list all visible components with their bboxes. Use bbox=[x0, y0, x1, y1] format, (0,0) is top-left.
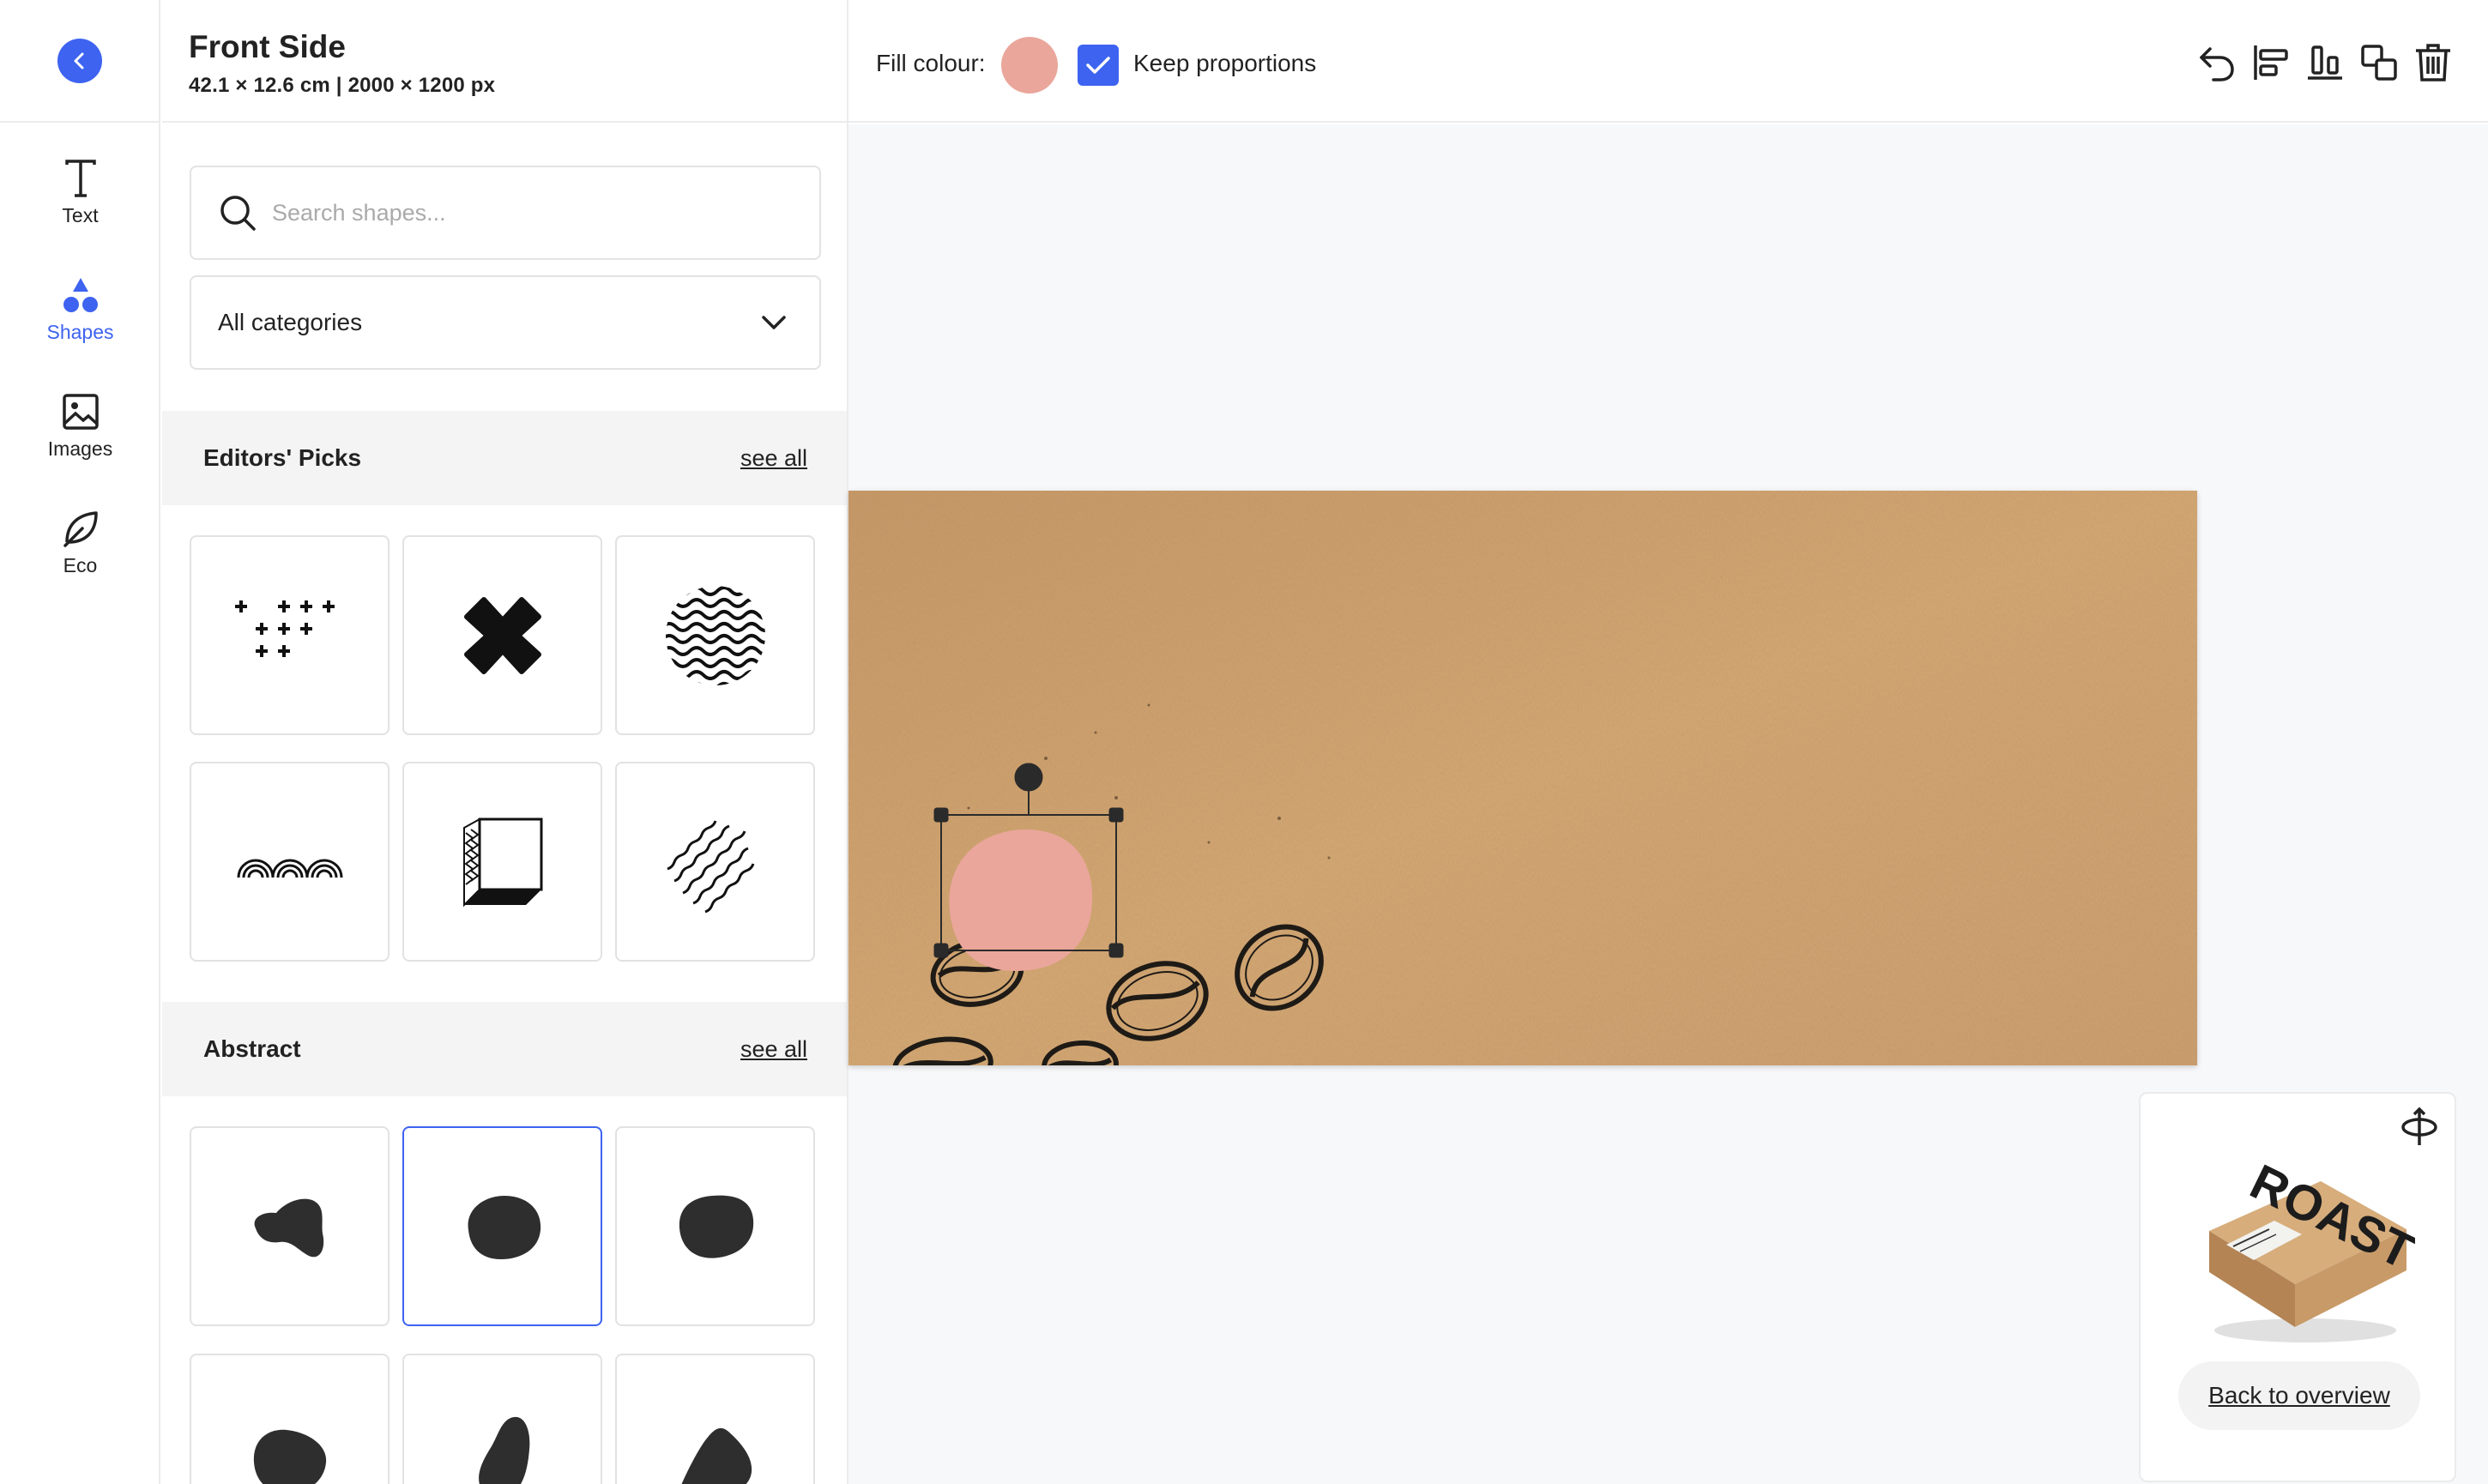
duplicate-icon bbox=[2361, 45, 2397, 81]
rail-header bbox=[0, 0, 159, 123]
align-left-icon bbox=[2254, 45, 2288, 80]
undo-icon bbox=[2200, 47, 2234, 81]
blob-shape bbox=[680, 1427, 752, 1484]
category-select-value: All categories bbox=[218, 309, 363, 335]
text-icon bbox=[64, 160, 96, 197]
undo-button[interactable] bbox=[2194, 39, 2240, 86]
trash-icon bbox=[2416, 44, 2450, 81]
leaf-icon bbox=[63, 511, 98, 547]
keep-proportions-label[interactable]: Keep proportions bbox=[1133, 50, 1316, 77]
rail-item-eco[interactable]: Eco bbox=[0, 510, 160, 577]
shape-tile-blob-2[interactable] bbox=[402, 1126, 602, 1326]
align-left-button[interactable] bbox=[2248, 39, 2294, 86]
tool-rail: Text Shapes Images Eco bbox=[0, 0, 160, 1484]
arches-shape bbox=[237, 859, 342, 878]
search-box[interactable] bbox=[190, 166, 821, 260]
section-abstract: Abstract see all bbox=[162, 1002, 847, 1096]
shape-tile-blob-6[interactable] bbox=[615, 1354, 815, 1484]
section-title: Abstract bbox=[203, 1035, 301, 1062]
document-header: Front Side 42.1 × 12.6 cm | 2000 × 1200 … bbox=[162, 0, 847, 123]
preview-card: ROAST Back to overview bbox=[2139, 1092, 2456, 1482]
shape-tile-plus-pattern[interactable] bbox=[190, 535, 390, 735]
design-artboard[interactable] bbox=[848, 491, 2197, 1065]
section-title: Editors' Picks bbox=[203, 444, 362, 471]
shape-tile-blob-1[interactable] bbox=[190, 1126, 390, 1326]
shapes-icon bbox=[63, 278, 98, 312]
fill-colour-label: Fill colour: bbox=[876, 50, 986, 76]
rail-item-label: Text bbox=[62, 204, 99, 226]
shape-tile-blob-5[interactable] bbox=[402, 1354, 602, 1484]
document-title: Front Side bbox=[189, 29, 346, 64]
zigzag-block-shape bbox=[462, 817, 542, 907]
canvas-area[interactable]: ROAST Back to overview bbox=[848, 124, 2488, 1484]
diagonal-waves-shape bbox=[666, 819, 754, 913]
align-bottom-button[interactable] bbox=[2302, 39, 2348, 86]
image-icon bbox=[62, 394, 99, 430]
section-editors-picks: Editors' Picks see all bbox=[162, 411, 847, 505]
rail-item-label: Shapes bbox=[46, 321, 114, 343]
shape-tile-cross[interactable] bbox=[402, 535, 602, 735]
chevron-left-icon bbox=[74, 52, 83, 69]
kraft-texture bbox=[848, 491, 2197, 1065]
package-preview-image: ROAST bbox=[2209, 1154, 2415, 1342]
rail-item-text[interactable]: Text bbox=[0, 160, 160, 227]
blob-shape bbox=[253, 1429, 326, 1484]
plus-pattern-shape bbox=[234, 600, 335, 657]
align-bottom-icon bbox=[2308, 45, 2342, 80]
see-all-link[interactable]: see all bbox=[740, 1036, 807, 1063]
back-button[interactable] bbox=[57, 38, 102, 83]
cross-shape bbox=[463, 596, 541, 674]
rail-item-shapes[interactable]: Shapes bbox=[0, 276, 160, 344]
fill-colour-swatch[interactable] bbox=[1001, 37, 1058, 94]
shape-tile-blob-3[interactable] bbox=[615, 1126, 815, 1326]
blob-shape bbox=[468, 1195, 540, 1259]
shape-tile-zigzag-block[interactable] bbox=[402, 762, 602, 962]
delete-button[interactable] bbox=[2410, 39, 2456, 86]
blob-shape bbox=[254, 1198, 323, 1257]
shape-tile-wave-circle[interactable] bbox=[615, 535, 815, 735]
shape-tile-diagonal-waves[interactable] bbox=[615, 762, 815, 962]
see-all-link[interactable]: see all bbox=[740, 445, 807, 472]
keep-proportions-checkbox[interactable] bbox=[1078, 45, 1119, 86]
shapes-panel: Front Side 42.1 × 12.6 cm | 2000 × 1200 … bbox=[162, 0, 848, 1484]
blob-shape bbox=[478, 1416, 529, 1484]
search-input[interactable] bbox=[272, 199, 787, 226]
back-to-overview-button[interactable]: Back to overview bbox=[2178, 1361, 2420, 1430]
checkmark-icon bbox=[1086, 57, 1110, 74]
category-select[interactable]: All categories bbox=[190, 275, 821, 370]
wave-circle-shape bbox=[665, 585, 765, 685]
chevron-down-icon bbox=[762, 316, 786, 329]
blob-shape bbox=[679, 1195, 753, 1258]
rail-item-label: Eco bbox=[63, 554, 98, 576]
duplicate-button[interactable] bbox=[2356, 39, 2402, 86]
shape-tile-blob-4[interactable] bbox=[190, 1354, 390, 1484]
rail-item-images[interactable]: Images bbox=[0, 393, 160, 461]
document-dimensions: 42.1 × 12.6 cm | 2000 × 1200 px bbox=[189, 74, 496, 97]
rail-item-label: Images bbox=[47, 437, 113, 460]
top-toolbar: Fill colour: Keep proportions bbox=[848, 0, 2488, 123]
search-icon bbox=[220, 196, 256, 231]
shape-tile-arches[interactable] bbox=[190, 762, 390, 962]
